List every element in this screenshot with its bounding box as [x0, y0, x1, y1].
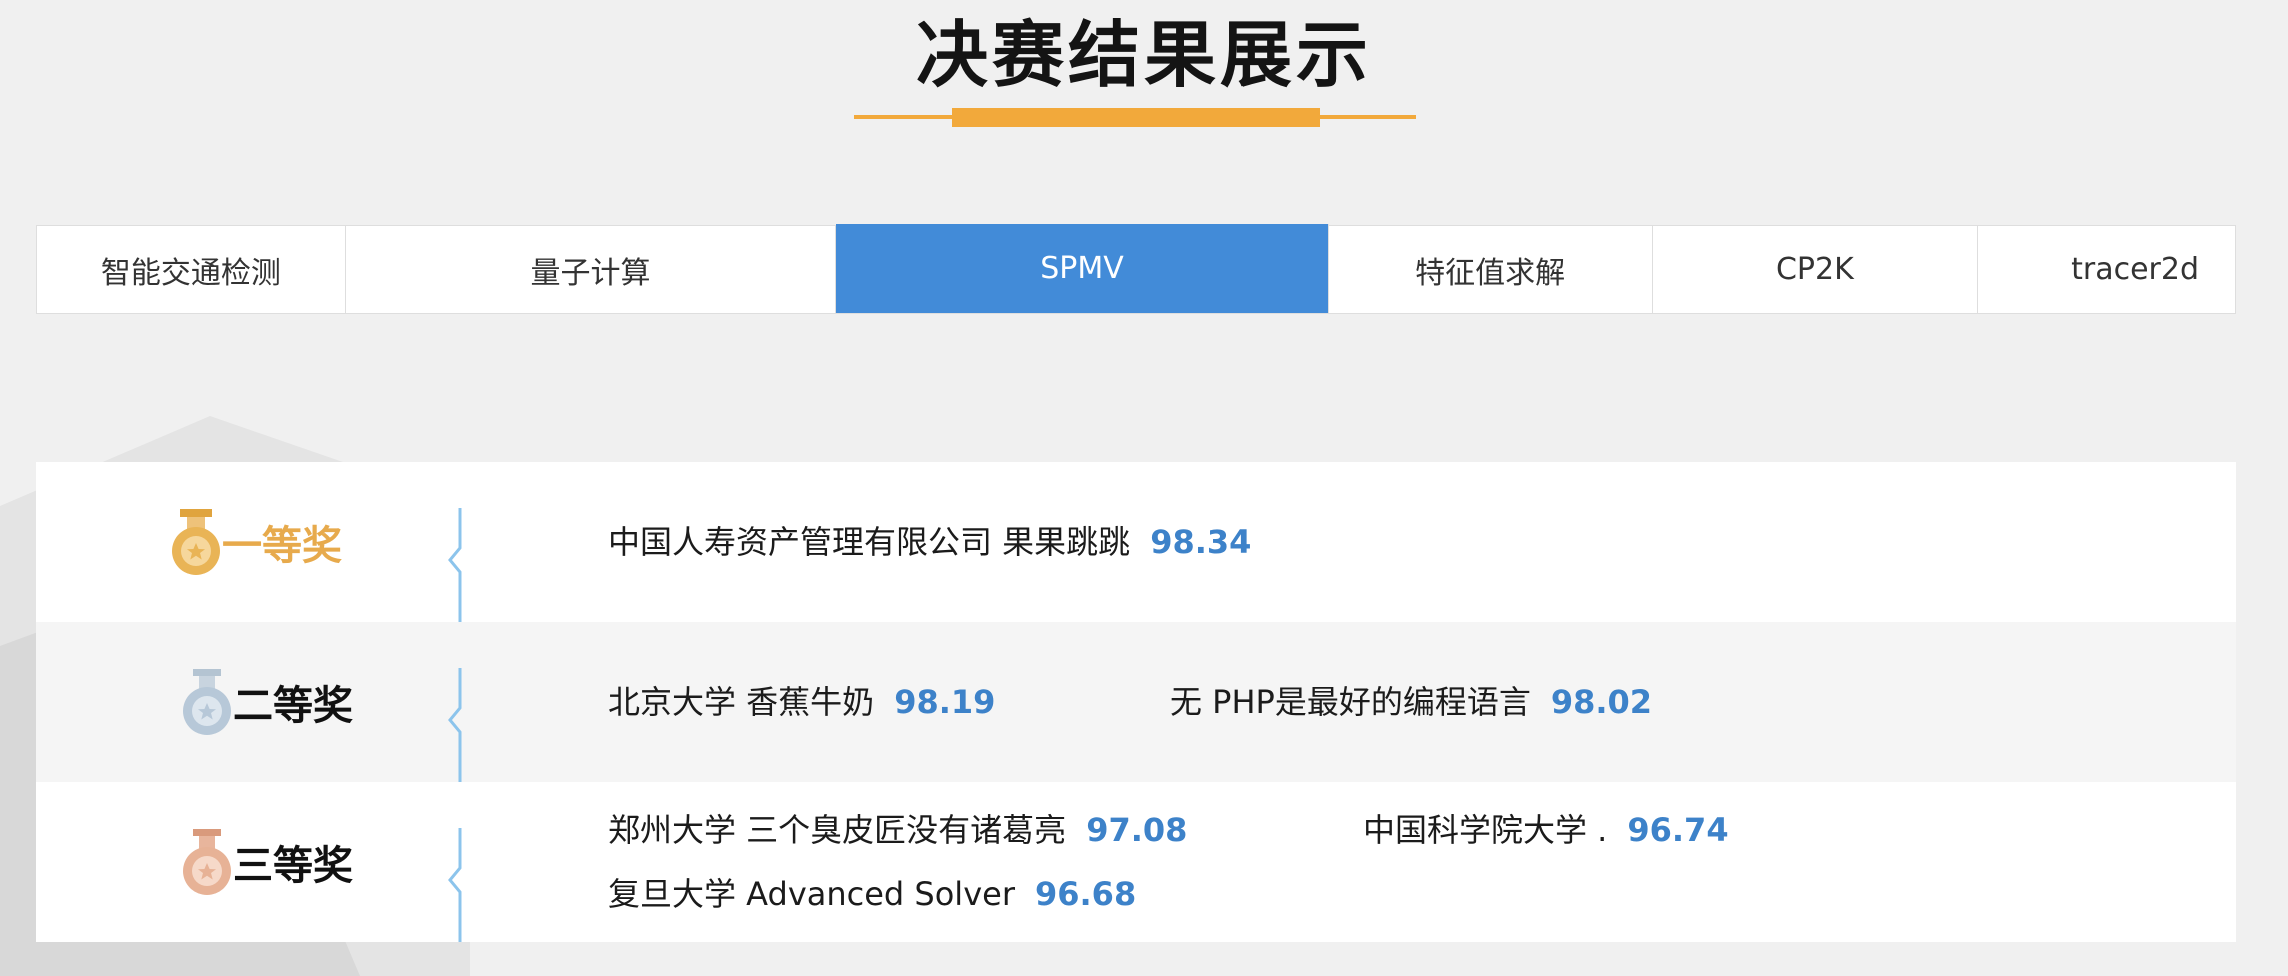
entries: 郑州大学 三个臭皮匠没有诸葛亮 97.08 中国科学院大学 . 96.74 复旦大学… [608, 782, 2208, 942]
score: 98.02 [1550, 683, 1653, 721]
timeline-divider [448, 828, 462, 942]
bronze-medal-icon [181, 827, 233, 897]
competition-tabs: 智能交通检测 量子计算 SPMV 特征值求解 CP2K tracer2d [36, 224, 2236, 314]
team-name: 郑州大学 三个臭皮匠没有诸葛亮 [608, 811, 1067, 849]
score: 96.68 [1034, 875, 1137, 913]
tab-cp2k[interactable]: CP2K [1653, 226, 1979, 313]
title-underline-bar [952, 108, 1320, 127]
tab-spmv[interactable]: SPMV [836, 224, 1329, 313]
award-second: 二等奖 [181, 622, 353, 782]
award-label: 一等奖 [222, 523, 342, 569]
gold-medal-icon [170, 507, 222, 577]
entries: 中国人寿资产管理有限公司 果果跳跳 98.34 [608, 462, 2208, 622]
entry: 郑州大学 三个臭皮匠没有诸葛亮 97.08 [608, 810, 1187, 850]
team-name: 无 PHP是最好的编程语言 [1170, 683, 1531, 721]
team-name: 中国科学院大学 . [1363, 811, 1608, 849]
team-name: 复旦大学 Advanced Solver [608, 875, 1015, 913]
timeline-divider [448, 508, 462, 622]
timeline-divider [448, 668, 462, 782]
tab-eigenvalue-solving[interactable]: 特征值求解 [1329, 226, 1653, 313]
result-row-second-prize: 二等奖 北京大学 香蕉牛奶 98.19 无 PHP是最好的编程语言 98.02 [36, 622, 2236, 782]
team-name: 中国人寿资产管理有限公司 果果跳跳 [608, 523, 1131, 561]
tab-intelligent-traffic-detection[interactable]: 智能交通检测 [37, 226, 346, 313]
title-section: 决赛结果展示 [0, 0, 2288, 140]
entry: 中国科学院大学 . 96.74 [1363, 810, 1729, 850]
entry: 中国人寿资产管理有限公司 果果跳跳 98.34 [608, 522, 1251, 562]
page-title: 决赛结果展示 [915, 13, 1372, 97]
award-label: 二等奖 [233, 683, 353, 729]
silver-medal-icon [181, 667, 233, 737]
tab-tracer2d[interactable]: tracer2d [1978, 226, 2235, 313]
result-row-third-prize: 三等奖 郑州大学 三个臭皮匠没有诸葛亮 97.08 中国科学院大学 . 96.74 … [36, 782, 2236, 942]
award-label: 三等奖 [233, 843, 353, 889]
entry: 复旦大学 Advanced Solver 96.68 [608, 874, 1136, 914]
results-table: 一等奖 中国人寿资产管理有限公司 果果跳跳 98.34 二等奖 北京大学 香蕉牛… [36, 462, 2236, 942]
score: 96.74 [1627, 811, 1729, 849]
score: 97.08 [1086, 811, 1188, 849]
score: 98.19 [894, 683, 996, 721]
tab-quantum-computing[interactable]: 量子计算 [346, 226, 837, 313]
entry: 北京大学 香蕉牛奶 98.19 [608, 682, 995, 722]
score: 98.34 [1150, 523, 1252, 561]
team-name: 北京大学 香蕉牛奶 [608, 683, 875, 721]
award-third: 三等奖 [181, 782, 353, 942]
entries: 北京大学 香蕉牛奶 98.19 无 PHP是最好的编程语言 98.02 [608, 622, 2208, 782]
entry: 无 PHP是最好的编程语言 98.02 [1170, 682, 1652, 722]
award-first: 一等奖 [170, 462, 342, 622]
result-row-first-prize: 一等奖 中国人寿资产管理有限公司 果果跳跳 98.34 [36, 462, 2236, 622]
